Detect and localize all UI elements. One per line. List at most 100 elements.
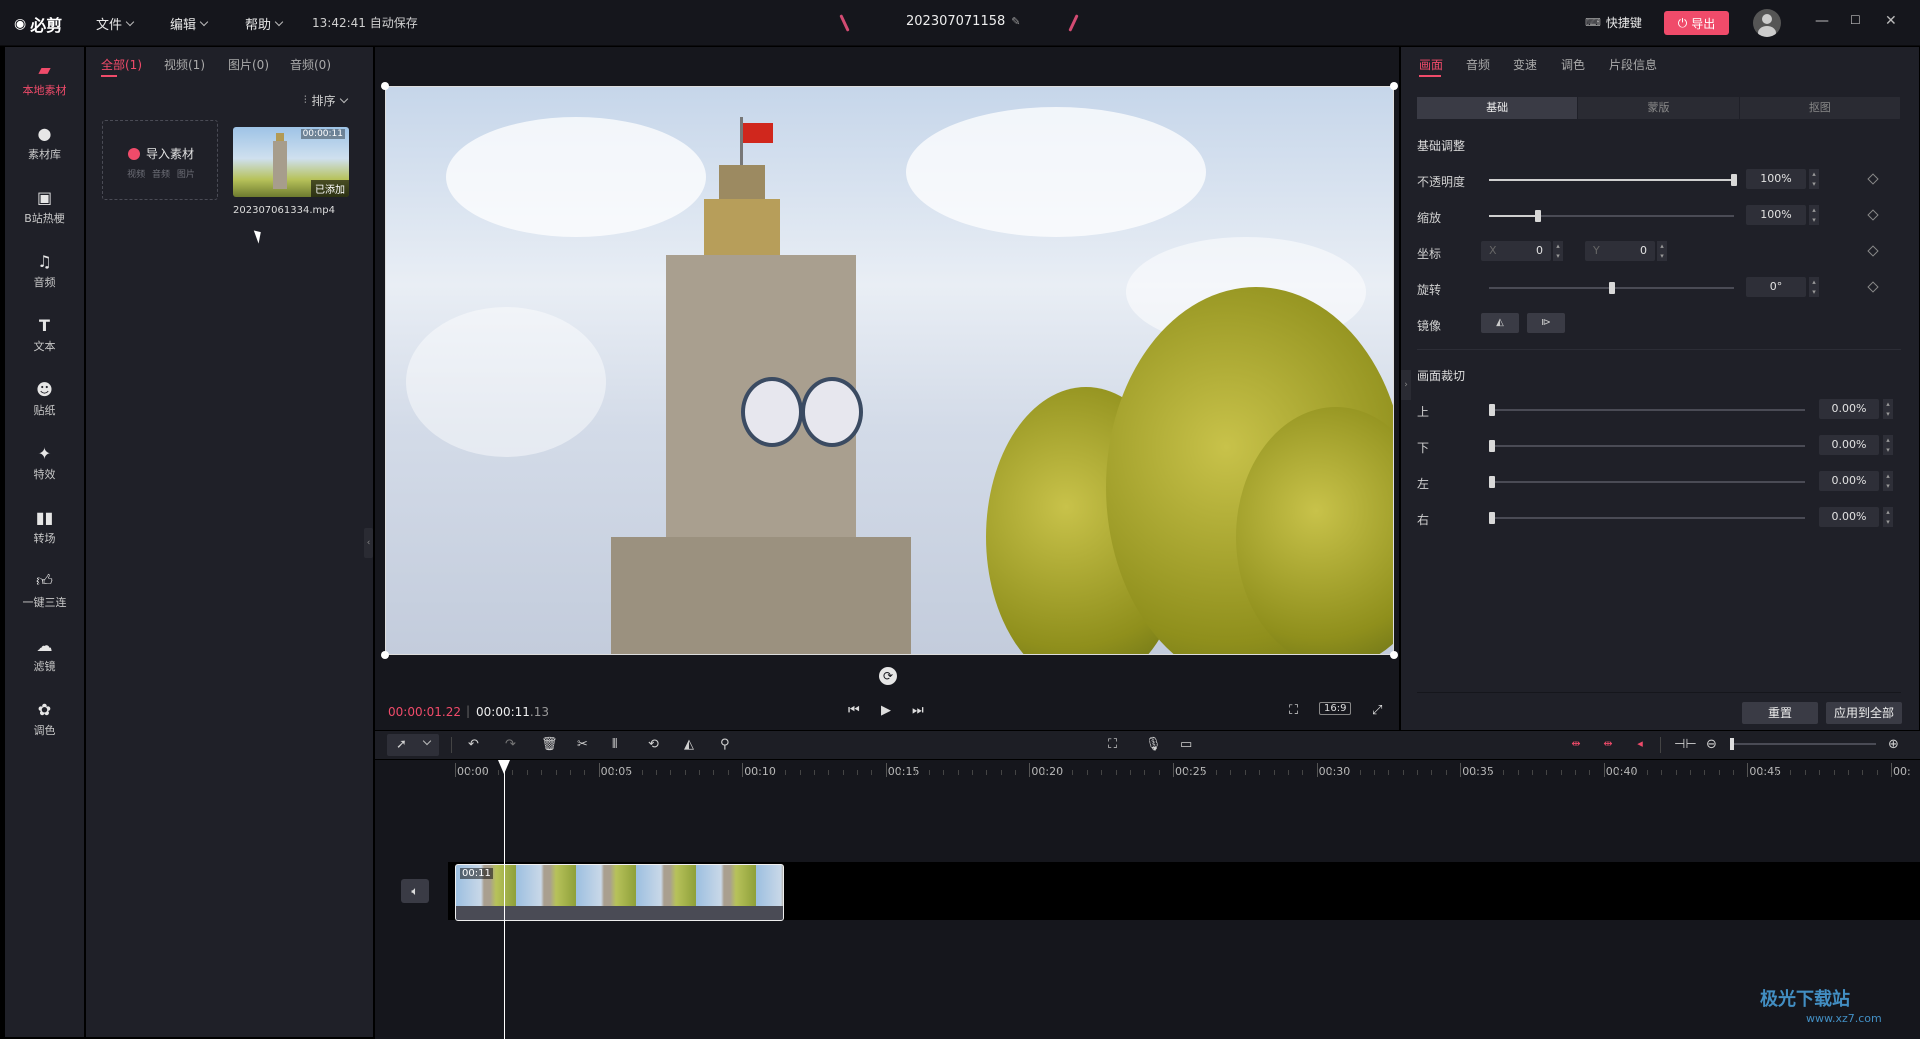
scale-value[interactable]: 100%: [1746, 205, 1806, 225]
snap-link-icon[interactable]: ⇹: [1599, 737, 1617, 751]
resize-handle[interactable]: [1390, 82, 1398, 90]
crop-bottom-slider[interactable]: [1489, 440, 1805, 452]
snap-main-icon[interactable]: ⇹: [1567, 737, 1585, 751]
rail-item-audio[interactable]: ♫ 音频: [5, 239, 84, 303]
crop-icon[interactable]: ⛶: [1289, 703, 1298, 718]
play-icon[interactable]: ▶: [881, 703, 891, 718]
tab-audio[interactable]: 音频: [1466, 56, 1490, 73]
tab-video[interactable]: 视频(1): [164, 56, 205, 73]
position-x-stepper[interactable]: ▴ ▾: [1553, 241, 1563, 261]
pin-icon[interactable]: ⚲: [720, 737, 730, 752]
keyframe-diamond-icon[interactable]: [1867, 281, 1879, 293]
undo-icon[interactable]: ↶: [468, 737, 479, 752]
select-tool-dropdown[interactable]: [387, 734, 439, 756]
avatar[interactable]: [1753, 9, 1781, 37]
rotation-slider[interactable]: [1489, 282, 1734, 294]
media-clip-thumbnail[interactable]: 00:00:11 已添加: [233, 127, 349, 197]
tab-image[interactable]: 图片(0): [228, 56, 269, 73]
resize-handle[interactable]: [1390, 651, 1398, 659]
fit-timeline-icon[interactable]: ⊣⊢: [1674, 737, 1697, 752]
track-volume-icon[interactable]: 🔈︎: [401, 879, 429, 903]
aspect-ratio-button[interactable]: 16:9: [1319, 702, 1352, 715]
menu-file[interactable]: 文件: [96, 14, 135, 33]
opacity-stepper[interactable]: ▴ ▾: [1809, 169, 1819, 189]
rail-item-local-media[interactable]: ▰ 本地素材: [5, 47, 84, 111]
reset-button[interactable]: 重置: [1742, 702, 1818, 724]
zoom-in-icon[interactable]: ⊕: [1888, 737, 1899, 752]
expand-panel-handle[interactable]: ›: [1401, 370, 1411, 400]
import-media-button[interactable]: 导入素材 视频 音频 图片: [102, 120, 218, 200]
mirror-vertical-icon[interactable]: ⧐: [1527, 313, 1565, 333]
crop-right-slider[interactable]: [1489, 512, 1805, 524]
rotation-value[interactable]: 0°: [1746, 277, 1806, 297]
collapse-panel-handle[interactable]: ‹: [364, 528, 373, 558]
tab-clip-info[interactable]: 片段信息: [1609, 56, 1657, 73]
edit-icon[interactable]: ✎: [1011, 15, 1020, 28]
rail-item-triple[interactable]: 👍︎ 一键三连: [5, 559, 84, 623]
redo-icon[interactable]: ↷: [505, 737, 516, 752]
crop-left-slider[interactable]: [1489, 476, 1805, 488]
opacity-value[interactable]: 100%: [1746, 169, 1806, 189]
position-y-stepper[interactable]: ▴ ▾: [1657, 241, 1667, 261]
rail-item-sticker[interactable]: ☻ 贴纸: [5, 367, 84, 431]
trim-icon[interactable]: ⫴: [612, 737, 617, 752]
rail-item-text[interactable]: T 文本: [5, 303, 84, 367]
pointer-icon[interactable]: ➚: [396, 737, 407, 752]
keyframe-diamond-icon[interactable]: [1867, 209, 1879, 221]
fullscreen-icon[interactable]: ⤢: [1372, 703, 1382, 718]
playhead[interactable]: [504, 760, 505, 1039]
opacity-slider[interactable]: [1489, 174, 1737, 186]
crop-right-knob[interactable]: [1489, 512, 1495, 524]
microphone-icon[interactable]: 🎙︎: [1145, 737, 1162, 752]
replace-icon[interactable]: ⟲: [648, 737, 659, 752]
skip-forward-icon[interactable]: ⏭: [912, 703, 924, 718]
resize-handle[interactable]: [381, 82, 389, 90]
rail-item-effects[interactable]: ✦ 特效: [5, 431, 84, 495]
crop-bottom-stepper[interactable]: ▴ ▾: [1883, 435, 1893, 455]
tab-speed[interactable]: 变速: [1513, 56, 1537, 73]
project-name[interactable]: 202307071158 ✎: [906, 14, 1020, 29]
mirror-icon[interactable]: ◭: [684, 737, 694, 752]
zoom-slider[interactable]: [1731, 743, 1876, 745]
crop-top-knob[interactable]: [1489, 404, 1495, 416]
rail-item-color[interactable]: ✿ 调色: [5, 687, 84, 751]
zoom-slider-knob[interactable]: [1730, 738, 1734, 750]
scale-slider[interactable]: [1489, 210, 1734, 222]
keyframe-diamond-icon[interactable]: [1867, 245, 1879, 257]
rotate-icon[interactable]: ⟳: [879, 667, 897, 685]
opacity-slider-knob[interactable]: [1731, 174, 1737, 186]
shortcuts-button[interactable]: ⌨ 快捷键: [1585, 14, 1642, 31]
close-icon[interactable]: ✕: [1885, 13, 1897, 29]
maximize-icon[interactable]: ☐: [1850, 13, 1861, 27]
delete-icon[interactable]: 🗑︎: [541, 737, 558, 752]
position-x-field[interactable]: X0: [1481, 241, 1551, 261]
audio-detach-icon[interactable]: ◂: [1631, 737, 1649, 751]
rotation-stepper[interactable]: ▴ ▾: [1809, 277, 1819, 297]
rail-item-transition[interactable]: ▮▮ 转场: [5, 495, 84, 559]
tab-color[interactable]: 调色: [1561, 56, 1585, 73]
keyframe-diamond-icon[interactable]: [1867, 173, 1879, 185]
apply-all-button[interactable]: 应用到全部: [1826, 702, 1902, 724]
position-y-field[interactable]: Y0: [1585, 241, 1655, 261]
split-icon[interactable]: ✂: [577, 737, 588, 752]
sort-button[interactable]: ⫶ 排序: [304, 92, 348, 109]
preview-canvas[interactable]: [385, 86, 1394, 655]
rail-item-material-library[interactable]: ● 素材库: [5, 111, 84, 175]
crop-left-stepper[interactable]: ▴ ▾: [1883, 471, 1893, 491]
zoom-out-icon[interactable]: ⊖: [1706, 737, 1717, 752]
crop-right-stepper[interactable]: ▴ ▾: [1883, 507, 1893, 527]
skip-back-icon[interactable]: ⏮: [848, 703, 860, 718]
segment-basic[interactable]: 基础: [1417, 97, 1579, 119]
export-button[interactable]: ⏻ 导出: [1664, 11, 1729, 35]
crop-bottom-value[interactable]: 0.00%: [1819, 435, 1879, 455]
scale-stepper[interactable]: ▴ ▾: [1809, 205, 1819, 225]
camera-icon[interactable]: ▭: [1180, 737, 1192, 752]
crop-top-stepper[interactable]: ▴ ▾: [1883, 399, 1893, 419]
crop-bottom-knob[interactable]: [1489, 440, 1495, 452]
menu-edit[interactable]: 编辑: [170, 14, 209, 33]
tab-all[interactable]: 全部(1): [101, 56, 142, 73]
screen-capture-icon[interactable]: ⛶: [1108, 737, 1117, 752]
playhead-handle[interactable]: [498, 760, 510, 774]
menu-help[interactable]: 帮助: [245, 14, 284, 33]
segment-cutout[interactable]: 抠图: [1740, 97, 1901, 119]
